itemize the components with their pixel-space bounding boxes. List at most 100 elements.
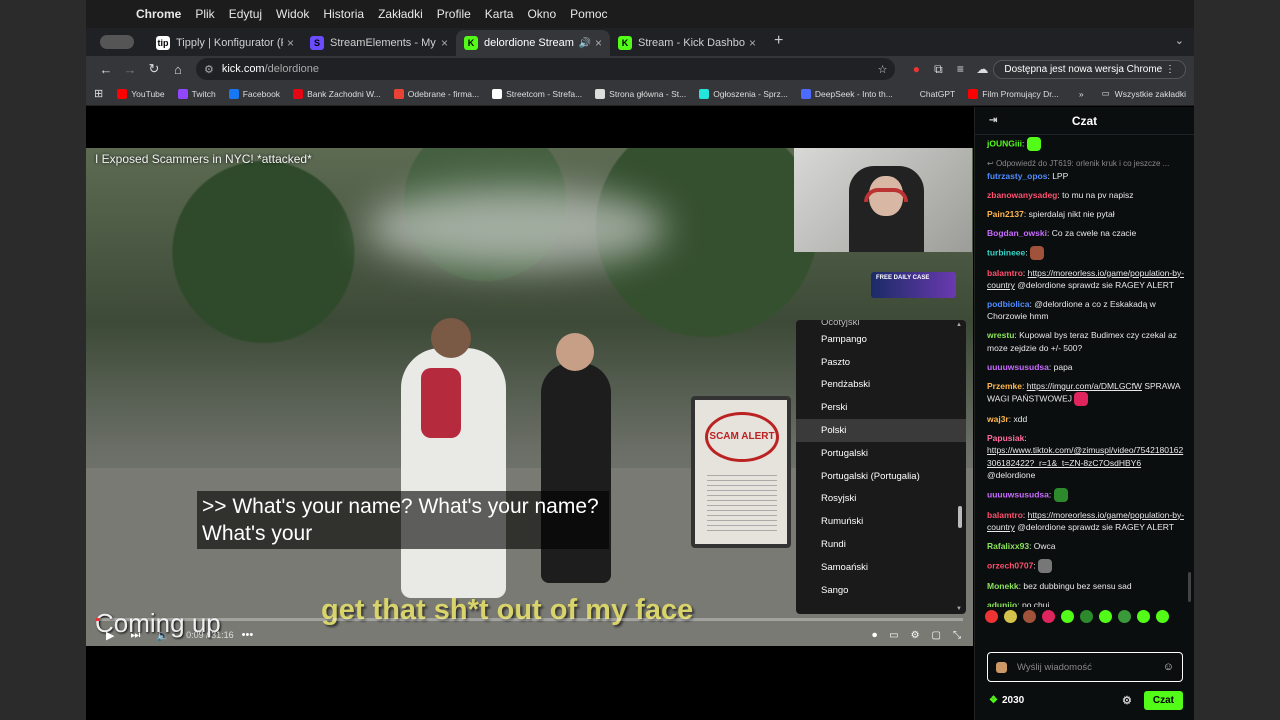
apps-grid-icon[interactable]: ⊞ xyxy=(94,87,103,100)
chat-username[interactable]: futrzasty_opos xyxy=(987,171,1047,181)
language-item-cut[interactable]: Ocotyjski xyxy=(796,320,966,328)
language-item[interactable]: Samoański xyxy=(796,556,966,579)
chat-username[interactable]: wrestu xyxy=(987,330,1014,340)
tab-3[interactable]: K Stream - Kick Dashboard × xyxy=(610,30,764,56)
miniplayer-icon[interactable]: ▢ xyxy=(932,630,941,641)
collapse-chat-icon[interactable]: ⇥ xyxy=(989,115,997,126)
language-item[interactable]: Pampango xyxy=(796,328,966,351)
chat-username[interactable]: turbineee xyxy=(987,247,1025,257)
next-icon[interactable]: ⏭ xyxy=(130,629,140,642)
bookmark-7[interactable]: Ogłoszenia - Sprz... xyxy=(699,88,788,99)
more-bookmarks-chevron-icon[interactable]: » xyxy=(1079,89,1084,99)
chat-username[interactable]: waj3r xyxy=(987,414,1009,424)
chat-link[interactable]: https://imgur.com/a/DMLGCfW xyxy=(1027,381,1142,391)
back-arrow-icon[interactable]: ← xyxy=(94,62,118,77)
subtitle-language-menu[interactable]: Ocotyjski Pampango Paszto Pendżabski Perski… xyxy=(796,320,966,614)
forward-arrow-icon[interactable]: → xyxy=(118,62,142,77)
language-item[interactable]: Rundi xyxy=(796,533,966,556)
bookmark-4[interactable]: Odebrane - firma... xyxy=(393,88,479,99)
chrome-update-button[interactable]: Dostępna jest nowa wersja Chrome ⋮ xyxy=(993,59,1187,79)
media-control-icon[interactable]: ≡ xyxy=(949,62,971,76)
reply-context[interactable]: ↩ Odpowiedź do JT619: orlenik kruk i co … xyxy=(987,158,1185,170)
chat-scrollbar[interactable] xyxy=(1188,572,1191,602)
language-item[interactable]: Portugalski (Portugalia) xyxy=(796,465,966,488)
extensions-puzzle-icon[interactable]: ⧉ xyxy=(927,62,949,77)
tab-2[interactable]: Kdelordione Stream - Watch 🔊 × xyxy=(456,30,610,56)
chat-link[interactable]: https://www.tiktok.com/@zimuspl/video/75… xyxy=(987,445,1183,467)
chat-username[interactable]: balamtro xyxy=(987,268,1023,278)
chat-username[interactable]: Monekk xyxy=(987,581,1019,591)
send-chat-button[interactable]: Czat xyxy=(1143,690,1183,710)
bookmark-3[interactable]: Bank Zachodni W... xyxy=(293,88,381,99)
chat-input[interactable]: Wyślij wiadomość ☺ xyxy=(987,652,1183,682)
chat-username[interactable]: uuuuwsusudsa xyxy=(987,362,1049,372)
emote-icon[interactable] xyxy=(985,609,998,623)
chat-username[interactable]: Pain2137 xyxy=(987,209,1024,219)
tab-1[interactable]: S StreamElements - My dashboard × xyxy=(302,30,456,56)
language-item[interactable]: Pendżabski xyxy=(796,374,966,397)
extension-red-icon[interactable]: ● xyxy=(905,62,927,76)
chat-username[interactable]: Bogdan_owski xyxy=(987,228,1047,238)
emote-icon[interactable] xyxy=(1099,609,1112,623)
home-icon[interactable]: ⌂ xyxy=(166,62,190,77)
emote-icon[interactable] xyxy=(1118,609,1131,623)
chat-username[interactable]: podbiolica xyxy=(987,299,1030,309)
chapter-dots-icon[interactable]: ••• xyxy=(242,629,254,641)
fullscreen-exit-icon[interactable]: ⤡ xyxy=(953,630,961,641)
language-item[interactable]: Sango xyxy=(796,579,966,602)
tab-group-pill[interactable] xyxy=(100,35,134,49)
bookmark-8[interactable]: DeepSeek - Into th... xyxy=(800,88,893,99)
bookmark-10[interactable]: Film Promujący Dr... xyxy=(968,88,1059,99)
bookmark-6[interactable]: Strona główna - St... xyxy=(595,88,686,99)
chat-username[interactable]: uuuuwsusudsa xyxy=(987,489,1049,499)
chat-username[interactable]: orzech0707 xyxy=(987,560,1033,570)
language-item[interactable]: Perski xyxy=(796,396,966,419)
subtitles-icon[interactable]: ▭ xyxy=(889,630,898,641)
scroll-down-icon[interactable]: ▼ xyxy=(956,606,962,612)
chat-username[interactable]: jOUNGiii xyxy=(987,138,1022,148)
chat-username[interactable]: zbanowanysadeg xyxy=(987,190,1057,200)
bookmark-1[interactable]: Twitch xyxy=(177,88,216,99)
bookmark-2[interactable]: Facebook xyxy=(228,88,280,99)
language-item[interactable]: Rumuński xyxy=(796,510,966,533)
emote-icon[interactable] xyxy=(1080,609,1093,623)
emote-icon[interactable] xyxy=(1156,609,1169,623)
video-player[interactable]: SCAM ALERT I Exposed Scammers in NYC! *a… xyxy=(86,148,973,646)
channel-points-icon[interactable]: ❖ xyxy=(989,695,998,706)
bookmark-0[interactable]: YouTube xyxy=(117,88,165,99)
bookmark-9[interactable]: ChatGPT xyxy=(905,88,955,99)
emote-icon[interactable] xyxy=(1004,609,1017,623)
emote-icon[interactable] xyxy=(1023,609,1036,623)
language-item[interactable]: Polski xyxy=(796,419,966,442)
menu-karta[interactable]: Karta xyxy=(485,7,514,21)
reload-icon[interactable]: ↻ xyxy=(142,61,166,77)
menu-okno[interactable]: Okno xyxy=(527,7,556,21)
autoplay-toggle[interactable]: ⏺ xyxy=(872,630,877,641)
chat-username[interactable]: Rafalixx93 xyxy=(987,541,1029,551)
menu-zakladki[interactable]: Zakładki xyxy=(378,7,423,21)
tab-close-icon[interactable]: × xyxy=(287,36,294,50)
language-scrollbar[interactable] xyxy=(958,506,962,528)
scroll-up-icon[interactable]: ▲ xyxy=(956,322,962,328)
volume-icon[interactable]: 🔈 xyxy=(156,629,170,642)
language-item[interactable]: Rosyjski xyxy=(796,488,966,511)
menu-edytuj[interactable]: Edytuj xyxy=(229,7,262,21)
settings-gear-icon[interactable]: ⚙ xyxy=(911,630,920,641)
chat-username[interactable]: Przemke xyxy=(987,381,1022,391)
tab-close-icon[interactable]: × xyxy=(595,36,602,50)
tab-search-chevron-icon[interactable]: ⌄ xyxy=(1175,34,1184,47)
all-bookmarks-link[interactable]: Wszystkie zakładki xyxy=(1115,89,1186,99)
profile-icon[interactable]: ☁ xyxy=(971,62,993,76)
emote-icon[interactable] xyxy=(1137,609,1150,623)
tab-close-icon[interactable]: × xyxy=(441,36,448,50)
video-progress-bar[interactable] xyxy=(96,618,963,621)
chat-username[interactable]: balamtro xyxy=(987,510,1023,520)
chat-username[interactable]: Papusiak xyxy=(987,433,1024,443)
menu-plik[interactable]: Plik xyxy=(195,7,214,21)
menu-app-name[interactable]: Chrome xyxy=(136,7,181,21)
bookmark-5[interactable]: Streetcom - Strefa... xyxy=(492,88,582,99)
menu-widok[interactable]: Widok xyxy=(276,7,309,21)
menu-profile[interactable]: Profile xyxy=(437,7,471,21)
chat-settings-gear-icon[interactable]: ⚙ xyxy=(1122,694,1132,707)
language-item[interactable]: Paszto xyxy=(796,351,966,374)
